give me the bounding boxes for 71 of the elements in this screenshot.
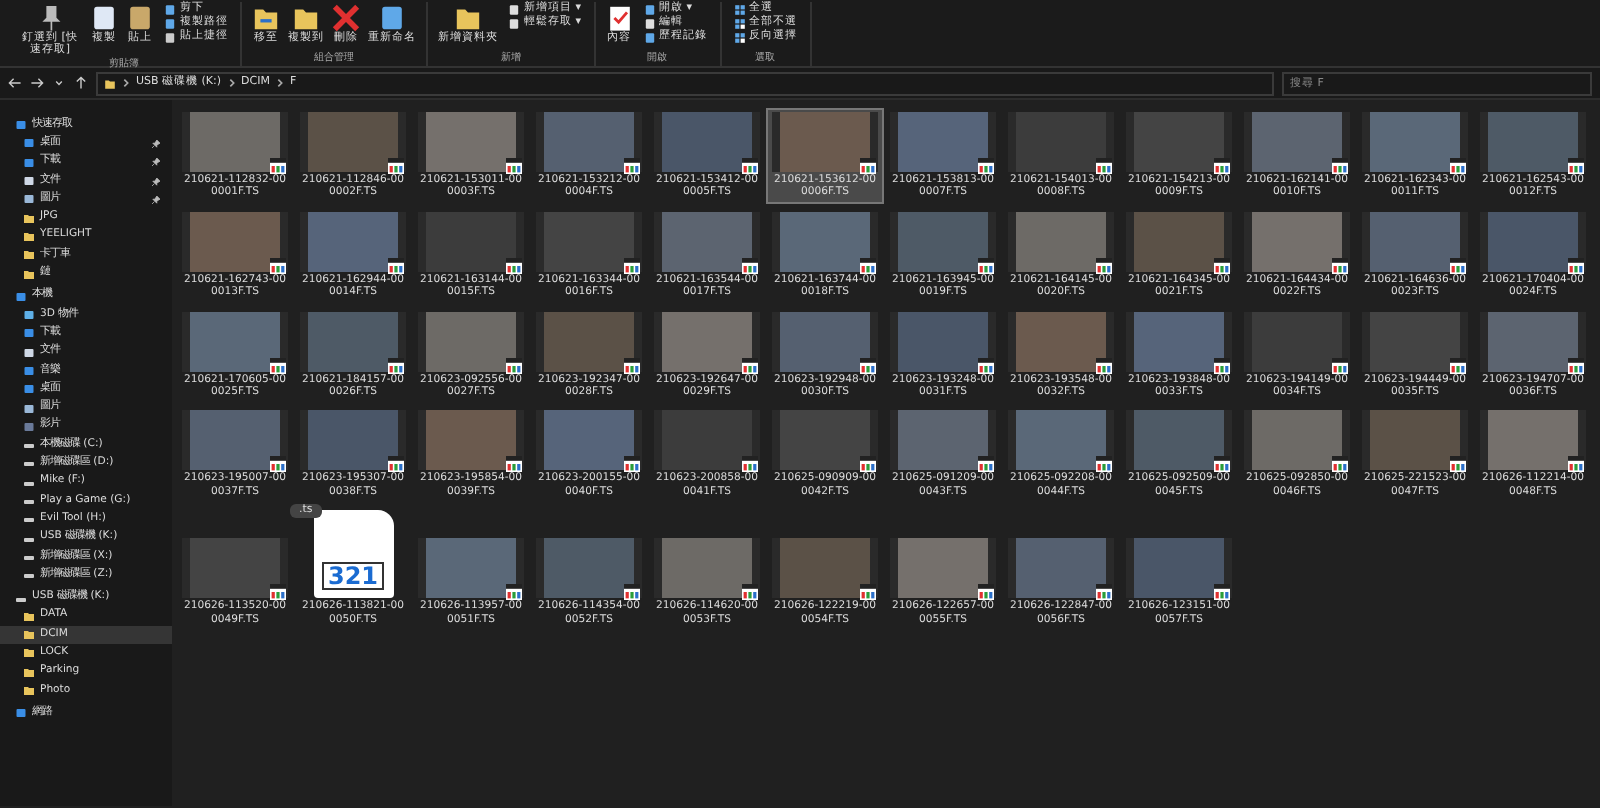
player-icon <box>388 158 404 174</box>
player-icon <box>742 456 758 473</box>
caret-icon[interactable] <box>52 76 66 90</box>
player-icon <box>1450 357 1466 374</box>
chevron-icon <box>276 78 284 88</box>
folder-arrow-icon <box>252 4 280 32</box>
player-icon <box>506 257 522 274</box>
player-icon <box>860 584 876 601</box>
player-icon <box>270 584 286 601</box>
player-icon <box>506 456 522 473</box>
player-icon <box>1214 257 1230 274</box>
player-icon <box>978 584 994 601</box>
back-arrow-icon[interactable] <box>8 76 22 90</box>
up-arrow-icon[interactable] <box>74 76 88 90</box>
player-icon <box>742 357 758 374</box>
chevron-icon <box>122 78 130 88</box>
player-icon <box>624 357 640 374</box>
player-icon <box>1332 158 1348 174</box>
player-icon <box>1450 456 1466 473</box>
cross-icon <box>332 4 360 32</box>
player-icon <box>624 456 640 473</box>
folder-icon <box>454 4 482 32</box>
player-icon <box>1096 357 1112 374</box>
player-icon <box>978 158 994 174</box>
player-icon <box>270 158 286 174</box>
player-icon <box>742 257 758 274</box>
folder-icon <box>104 77 116 89</box>
player-icon <box>1568 357 1584 374</box>
player-icon <box>270 257 286 274</box>
player-icon <box>978 257 994 274</box>
player-icon <box>742 584 758 601</box>
folder-copy-icon <box>292 4 320 32</box>
player-icon <box>1332 257 1348 274</box>
icon-number: 321 <box>321 562 385 591</box>
player-icon <box>860 357 876 374</box>
player-icon <box>1332 456 1348 473</box>
player-icon <box>1214 584 1230 601</box>
player-icon <box>978 357 994 374</box>
check-page-icon <box>605 4 634 32</box>
player-icon <box>506 158 522 174</box>
player-icon <box>1450 257 1466 274</box>
player-icon <box>860 158 876 174</box>
player-icon <box>1214 456 1230 473</box>
player-icon <box>388 456 404 473</box>
player-icon <box>742 158 758 174</box>
player-icon <box>860 456 876 473</box>
player-icon <box>978 456 994 473</box>
player-icon <box>1214 158 1230 174</box>
player-icon <box>1096 257 1112 274</box>
chevron-icon <box>227 78 236 88</box>
player-icon <box>1568 257 1584 274</box>
player-icon <box>1214 357 1230 374</box>
player-icon <box>1568 158 1584 174</box>
player-icon <box>1332 357 1348 374</box>
player-icon <box>270 357 286 374</box>
player-icon <box>1096 456 1112 473</box>
player-icon <box>1568 456 1584 473</box>
player-icon <box>388 357 404 374</box>
player-icon <box>506 357 522 374</box>
player-icon <box>388 257 404 274</box>
pin-icon <box>36 4 64 32</box>
player-icon <box>1096 584 1112 601</box>
player-icon <box>1096 158 1112 174</box>
player-icon <box>624 257 640 274</box>
player-icon <box>860 257 876 274</box>
player-icon <box>506 584 522 601</box>
player-icon <box>270 456 286 473</box>
player-icon <box>624 158 640 174</box>
player-icon <box>624 584 640 601</box>
player-icon <box>1450 158 1466 174</box>
forward-arrow-icon[interactable] <box>30 76 44 90</box>
